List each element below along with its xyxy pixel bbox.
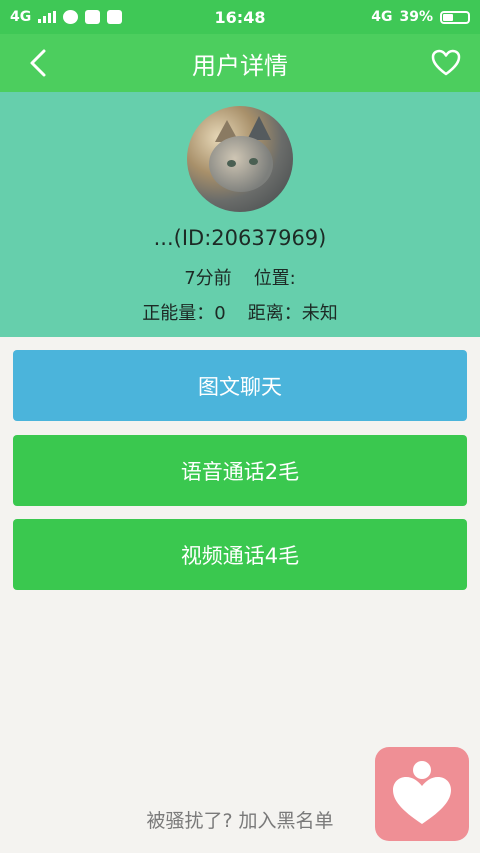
network-right-label: 4G	[371, 9, 393, 25]
avatar-detail	[209, 136, 273, 192]
avatar-detail	[249, 158, 258, 165]
profile-header: ...(ID:20637969) 7分前 位置: 正能量：0 距离：未知	[0, 92, 480, 337]
back-button[interactable]	[18, 44, 58, 82]
location: 位置:	[253, 268, 296, 289]
battery-icon	[440, 10, 470, 24]
text-chat-button[interactable]: 图文聊天	[13, 350, 467, 421]
favorite-button[interactable]	[426, 44, 466, 82]
avatar[interactable]	[187, 106, 293, 212]
last-seen: 7分前	[184, 268, 232, 289]
browser-icon	[63, 10, 79, 24]
heart-outline-icon	[431, 49, 461, 76]
network-label: 4G	[10, 9, 32, 25]
profile-meta: 7分前 位置:	[0, 264, 480, 290]
chevron-left-icon	[30, 49, 46, 77]
distance: 距离：未知	[247, 303, 338, 324]
status-bar: 4G 16:48 4G 39%	[0, 0, 480, 34]
battery-percent: 39%	[399, 9, 433, 25]
avatar-detail	[227, 160, 236, 167]
status-left: 4G	[10, 9, 123, 25]
storage-icon	[107, 10, 123, 24]
page-title: 用户详情	[192, 51, 288, 80]
heart-person-icon	[393, 761, 451, 824]
status-right: 4G 39%	[371, 9, 470, 25]
battery-fill	[443, 13, 454, 21]
mail-icon	[85, 10, 101, 24]
video-call-button[interactable]: 视频通话4毛	[13, 519, 467, 590]
user-id: ...(ID:20637969)	[153, 226, 327, 250]
app-bar: 用户详情	[0, 34, 480, 92]
floating-heart-button[interactable]	[375, 747, 469, 841]
signal-icon	[38, 11, 57, 23]
voice-call-button[interactable]: 语音通话2毛	[13, 435, 467, 506]
profile-stats: 正能量：0 距离：未知	[0, 299, 480, 325]
energy: 正能量：0	[142, 303, 226, 324]
